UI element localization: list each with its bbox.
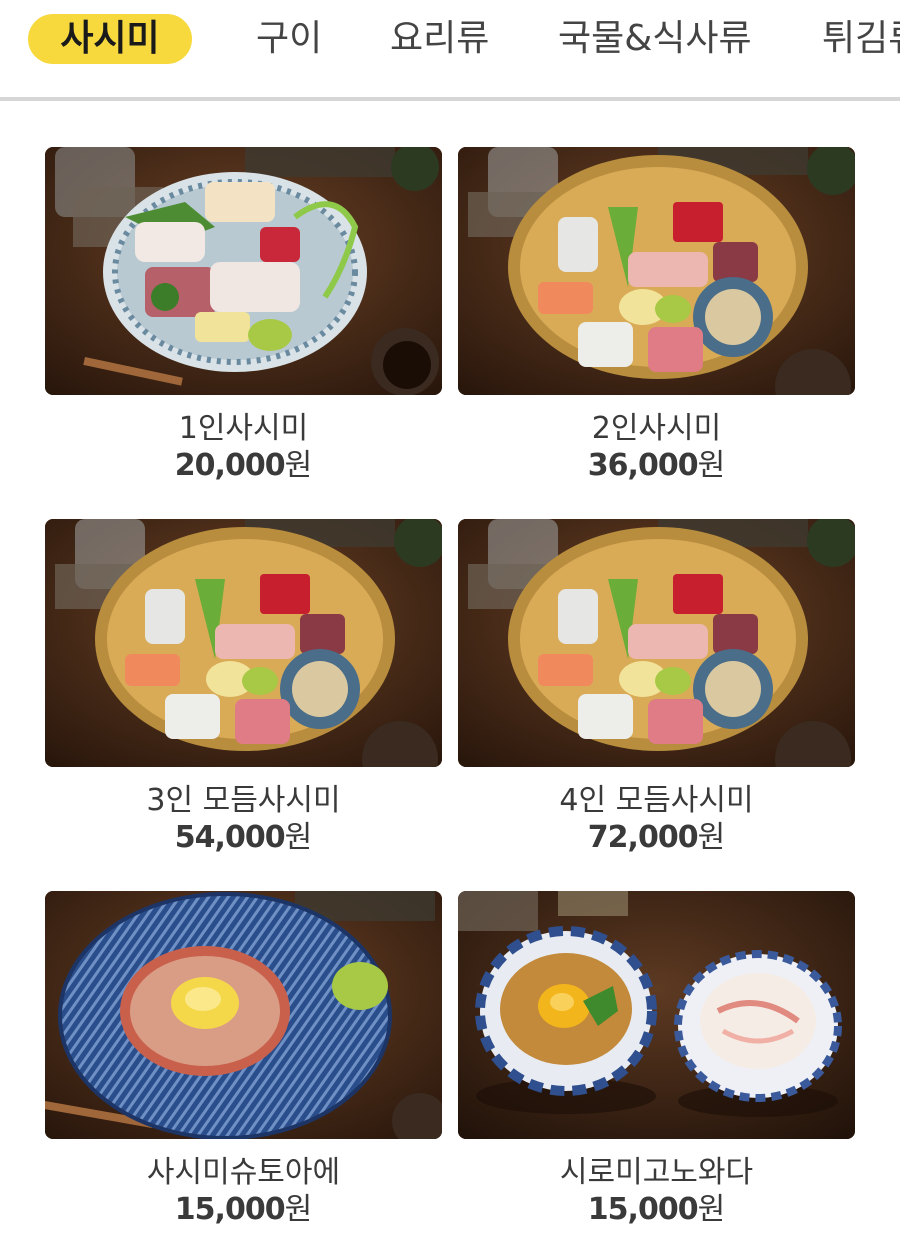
tartare-with-egg-yolk-photo xyxy=(45,891,442,1139)
item-name: 4인 모듬사시미 xyxy=(559,783,754,818)
item-price: 15,000원 xyxy=(45,1193,442,1227)
price-currency: 원 xyxy=(697,1192,726,1227)
tab-sashimi[interactable]: 사시미 xyxy=(28,14,192,64)
two-bowls-egg-and-fish-photo xyxy=(458,891,855,1139)
sashimi-platter-yellow-plate-photo xyxy=(458,519,855,767)
item-price: 72,000원 xyxy=(458,821,855,855)
item-price: 20,000원 xyxy=(45,449,442,483)
item-name: 1인사시미 xyxy=(178,411,309,446)
tab-dishes[interactable]: 요리류 xyxy=(390,14,489,64)
item-price: 36,000원 xyxy=(458,449,855,483)
item-name: 시로미고노와다 xyxy=(559,1155,754,1190)
price-value: 20,000 xyxy=(174,448,286,483)
price-value: 15,000 xyxy=(587,1192,699,1227)
price-currency: 원 xyxy=(284,448,313,483)
price-value: 15,000 xyxy=(174,1192,286,1227)
price-currency: 원 xyxy=(284,820,313,855)
tab-soup-meals[interactable]: 국물&식사류 xyxy=(558,14,752,64)
tab-fried[interactable]: 튀김류 xyxy=(822,14,900,64)
item-price: 15,000원 xyxy=(458,1193,855,1227)
item-name: 2인사시미 xyxy=(591,411,722,446)
sashimi-platter-blue-plate-photo xyxy=(45,147,442,395)
item-name: 사시미슈토아에 xyxy=(146,1155,341,1190)
sashimi-platter-yellow-plate-photo xyxy=(45,519,442,767)
price-currency: 원 xyxy=(697,448,726,483)
price-value: 36,000 xyxy=(587,448,699,483)
price-currency: 원 xyxy=(284,1192,313,1227)
item-price: 54,000원 xyxy=(45,821,442,855)
tab-grill[interactable]: 구이 xyxy=(256,14,322,64)
price-value: 54,000 xyxy=(174,820,286,855)
price-value: 72,000 xyxy=(587,820,699,855)
sashimi-platter-yellow-plate-photo xyxy=(458,147,855,395)
category-tab-bar: 사시미 구이 요리류 국물&식사류 튀김류 xyxy=(0,0,900,97)
tab-divider xyxy=(0,97,900,101)
price-currency: 원 xyxy=(697,820,726,855)
item-name: 3인 모듬사시미 xyxy=(146,783,341,818)
